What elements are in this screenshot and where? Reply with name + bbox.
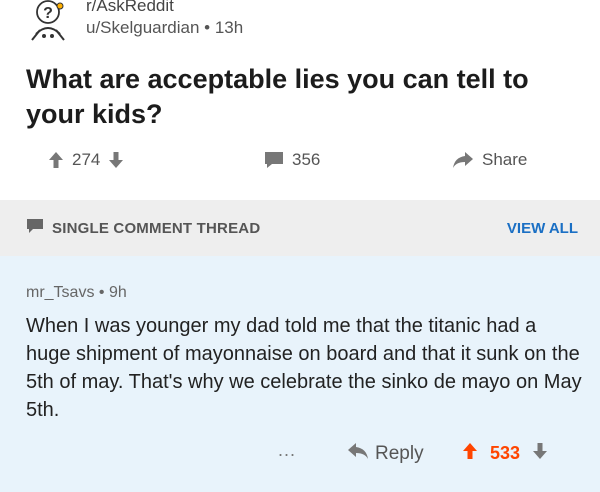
post-header: ? r/AskReddit u/Skelguardian • 13h [26,0,586,46]
post-meta: r/AskReddit u/Skelguardian • 13h [86,0,243,38]
post-age: 13h [214,18,244,37]
reply-arrow-icon [347,442,369,466]
comment-actions: ... Reply 533 [0,440,600,468]
share-button[interactable]: Share [452,150,527,170]
post-byline: u/Skelguardian • 13h [86,18,244,37]
comment-bubble-icon [264,151,284,169]
single-comment-thread-bar: SINGLE COMMENT THREAD VIEW ALL [0,200,600,256]
comment-meta: mr_Tsavs • 9h [26,284,127,301]
post-action-bar: 274 356 Share [0,146,600,180]
vote-control: 274 [48,150,124,170]
upvote-count: 274 [72,150,101,169]
svg-text:?: ? [43,5,53,22]
comment-count: 356 [292,150,321,169]
comment-author[interactable]: mr_Tsavs [26,284,94,301]
subreddit-name[interactable]: r/AskReddit [86,0,243,16]
arrow-down-icon[interactable] [108,151,124,169]
reply-label: Reply [375,443,424,464]
more-options-button[interactable]: ... [278,440,296,461]
share-arrow-icon [452,151,474,169]
arrow-up-icon[interactable] [462,442,478,465]
arrow-down-icon[interactable] [532,442,548,465]
post-title[interactable]: What are acceptable lies you can tell to… [26,62,586,132]
comment-age: 9h [108,284,127,301]
view-all-link[interactable]: VIEW ALL [507,220,578,237]
comment-bubble-icon [26,218,44,238]
post-author[interactable]: u/Skelguardian [86,18,199,37]
thread-label: SINGLE COMMENT THREAD [26,218,260,238]
askreddit-mascot-icon[interactable]: ? [26,0,76,44]
share-label: Share [482,150,528,169]
comment-score: 533 [490,443,521,463]
thread-label-text: SINGLE COMMENT THREAD [52,219,261,237]
arrow-up-icon[interactable] [48,151,64,169]
comment-vote-control: 533 [462,442,548,465]
comments-button[interactable]: 356 [264,150,320,170]
comment-body: When I was younger my dad told me that t… [26,315,582,421]
comment: mr_Tsavs • 9h When I was younger my dad … [0,256,600,492]
reply-button[interactable]: Reply [347,442,424,466]
